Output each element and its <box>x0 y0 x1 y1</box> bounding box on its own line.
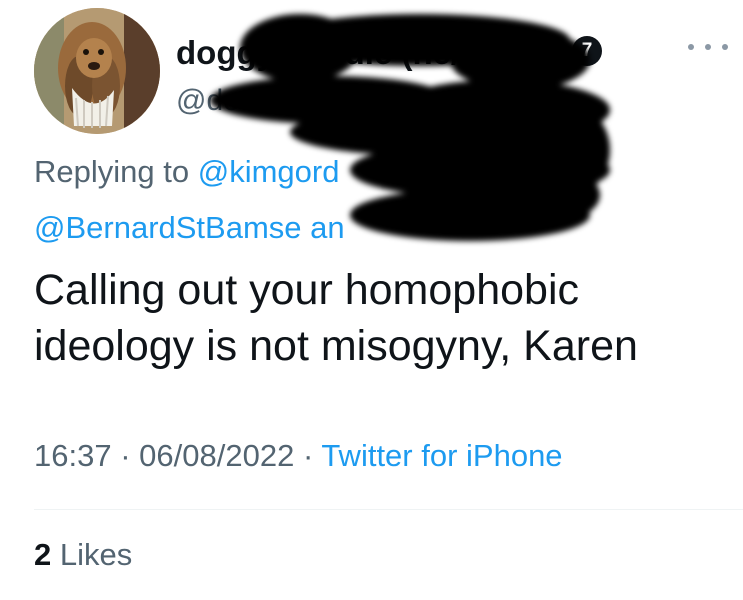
mention-link[interactable]: @BernardStBamse an <box>34 206 345 250</box>
tweet-time[interactable]: 16:37 <box>34 438 112 473</box>
author-handle[interactable]: @doodle <box>176 84 297 118</box>
replying-to: Replying to @kimgord <box>34 150 714 194</box>
likes-count: 2 <box>34 537 52 572</box>
dot <box>688 44 694 50</box>
separator: · <box>302 438 314 473</box>
dog-photo <box>34 8 160 134</box>
tweet-text: Calling out your homophobic ideology is … <box>34 266 638 370</box>
tweet-detail: doggy noodle (he/him) @doodle 7 Replying… <box>0 0 743 600</box>
dot <box>705 44 711 50</box>
badge-icon: 7 <box>572 36 602 66</box>
divider <box>34 509 743 510</box>
separator: · <box>120 438 131 473</box>
tweet-source-link[interactable]: Twitter for iPhone <box>321 438 562 473</box>
tweet-date[interactable]: 06/08/2022 <box>139 438 294 473</box>
mention-link[interactable]: @kimgord <box>198 154 340 189</box>
avatar[interactable] <box>34 8 160 134</box>
tweet-meta: 16:37 · 06/08/2022 · Twitter for iPhone <box>34 438 563 474</box>
dot <box>722 44 728 50</box>
replying-to-prefix: Replying to <box>34 154 190 189</box>
author-display-name[interactable]: doggy noodle (he/him) <box>176 34 530 72</box>
likes-link[interactable]: 2 Likes <box>34 537 132 573</box>
likes-label: Likes <box>59 537 133 572</box>
more-horizontal-icon[interactable] <box>684 34 732 60</box>
